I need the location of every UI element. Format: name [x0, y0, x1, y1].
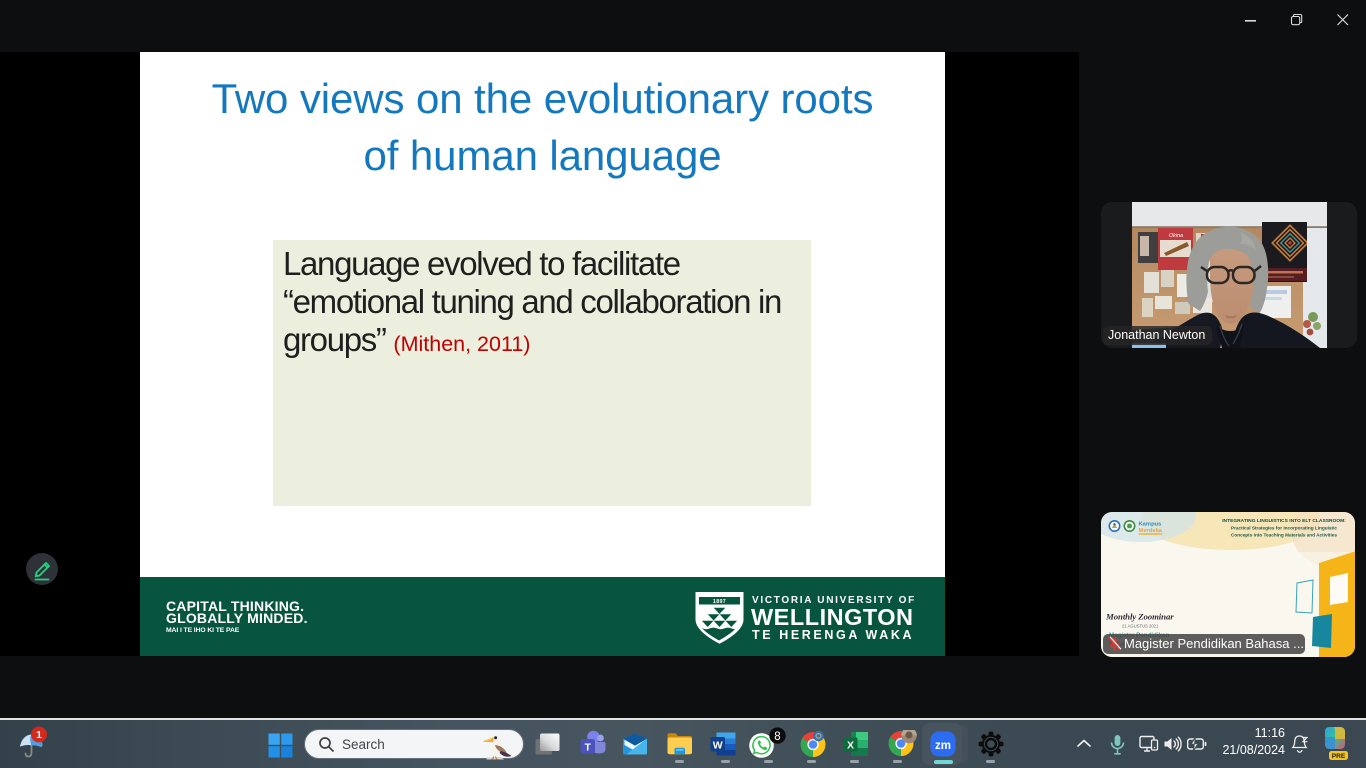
svg-text:Okina: Okina: [1169, 233, 1183, 239]
svg-text:Kampus: Kampus: [1139, 522, 1162, 528]
svg-text:21 AGUSTUS 2021: 21 AGUSTUS 2021: [1122, 624, 1159, 629]
svg-text:Monthly Zoominar: Monthly Zoominar: [1105, 612, 1174, 622]
svg-text:INTEGRATING LINGUISTICS INTO E: INTEGRATING LINGUISTICS INTO ELT CLASSRO…: [1222, 518, 1346, 524]
svg-text:1897: 1897: [713, 599, 726, 605]
svg-text:Merdeka: Merdeka: [1139, 528, 1163, 534]
svg-text:Concepts into Teaching Materia: Concepts into Teaching Materials and Act…: [1231, 533, 1337, 538]
svg-text:PRE: PRE: [1332, 753, 1346, 760]
svg-text:Practical Strategies for Incor: Practical Strategies for Incorporating L…: [1231, 526, 1337, 531]
svg-text:zm: zm: [935, 740, 951, 752]
svg-text:X: X: [847, 740, 854, 752]
svg-text:8: 8: [774, 731, 780, 743]
svg-text:T: T: [584, 741, 591, 753]
svg-text:W: W: [713, 739, 723, 751]
svg-text:1: 1: [36, 729, 42, 741]
